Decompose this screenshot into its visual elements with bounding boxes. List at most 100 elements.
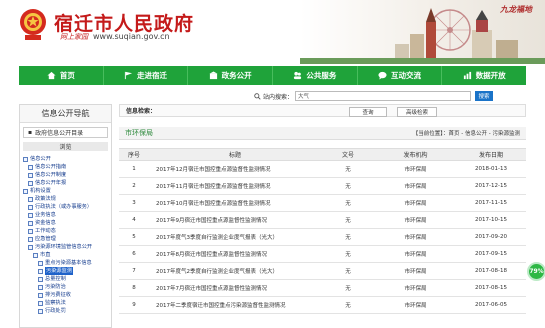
tree-item[interactable]: 业务信息 [23,211,111,219]
tree-item-label: 信息公开指南 [35,164,67,170]
nav-label: 首页 [59,71,75,80]
site-header: 宿迁市人民政府 网上家园 www.suqian.gov.cn 九龙福地 [0,0,545,64]
row-org: 市环保局 [404,184,427,190]
row-index: 3 [132,200,136,206]
tree-item-label: 行政执法（或办事服务） [35,204,93,210]
tree-item[interactable]: 污染防治 [23,283,111,291]
tree-item-label: 行政处罚 [45,308,66,314]
row-index: 7 [132,268,136,274]
tree-item-label: 信息公开 [30,156,51,162]
tree-item[interactable]: 行政执法（或办事服务） [23,203,111,211]
site-search: 站内搜索： 搜索 [240,90,526,102]
tree-item[interactable]: 污染源监测 [23,267,111,275]
nav-item-home[interactable]: 首页 [19,66,104,85]
nav-item-interact[interactable]: 互动交流 [358,66,443,85]
table-row: 9 2017年二季度宿迁市国控重点污染源监督性监测情况 无 市环保局 2017-06-0… [119,297,526,314]
row-title[interactable]: 2017年度气3季度自行监测企业度气报表（光大） [149,233,321,241]
row-title[interactable]: 2017年8月宿迁市国控重点源监督性监测情况 [149,250,321,258]
chat-icon [378,71,387,80]
row-org: 市环保局 [404,201,427,207]
row-title[interactable]: 2017年度气2季度自行监测企业度气报表（光大） [149,267,321,275]
row-index: 5 [132,234,136,240]
table-row: 7 2017年度气2季度自行监测企业度气报表（光大） 无 市环保局 2017-08-18 [119,263,526,280]
tree-item-label: 监察执法 [45,300,66,306]
row-date: 2017-08-18 [475,268,507,274]
nav-item-public[interactable]: 政务公开 [188,66,274,85]
tree-item[interactable]: 总量控制 [23,275,111,283]
tree-item-label: 政策法规 [35,196,56,202]
search-icon [254,92,261,100]
national-emblem-icon [20,9,46,40]
row-index: 2 [132,183,136,189]
search-button[interactable]: 搜索 [475,91,494,101]
tree-item[interactable]: 监察执法 [23,299,111,307]
row-title[interactable]: 2017年7月宿迁市国控重点源监督性监测情况 [149,284,321,292]
catalog-dropdown[interactable]: ▪ 政府信息公开目录 [23,127,108,138]
tree-item-label: 排污费征收 [45,292,71,298]
row-title[interactable]: 2017年9月宿迁市国控重点源监督性监测情况 [149,216,321,224]
advanced-search-button[interactable]: 高级检索 [397,107,437,117]
tree-item[interactable]: 信息公开制度 [23,171,111,179]
document-icon [38,308,43,314]
browse-tab[interactable]: 浏览 [23,142,108,151]
nav-label: 数据开放 [475,71,506,80]
tree-item[interactable]: 信息公开指南 [23,163,111,171]
sidebar: 信息公开导航 ▪ 政府信息公开目录 浏览 信息公开信息公开指南 信息公开制度 信息公… [19,104,112,328]
row-title[interactable]: 2017年11月宿迁市国控重点源监督性监测情况 [149,182,321,190]
table-row: 2 2017年11月宿迁市国控重点源监督性监测情况 无 市环保局 2017-12-15 [119,178,526,195]
breadcrumb: 市环保局 【当前位置】：首页 - 信息公开 - 污染源监测 [119,127,526,140]
nav-item-service[interactable]: 公共服务 [273,66,358,85]
site-url: www.suqian.gov.cn [93,32,170,41]
document-icon [38,260,43,266]
tree-item[interactable]: 污染源环境监管信息公开 [23,243,111,251]
info-filter: 信息检索： [119,104,526,117]
row-docno: 无 [345,303,351,309]
nav-item-data[interactable]: 数据开放 [442,66,526,85]
folder-icon [28,204,33,210]
row-title[interactable]: 2017年10月宿迁市国控重点源监督性监测情况 [149,199,321,207]
tree-item-label: 工作动态 [35,228,56,234]
site-subtitle: 网上家园 [60,33,88,41]
progress-badge[interactable]: 79% [527,262,545,281]
tree-item[interactable]: 工作动态 [23,227,111,235]
search-label: 站内搜索： [263,93,294,101]
nav-label: 政务公开 [221,71,252,80]
tree-item-label: 信息公开制度 [35,172,67,178]
row-date: 2017-11-15 [475,200,507,206]
col-header-org: 发布机构 [403,152,428,159]
tree-item[interactable]: 行政处罚 [23,307,111,315]
tree-item[interactable]: 信息公开年报 [23,179,111,187]
filter-input[interactable] [158,106,309,115]
breadcrumb-path[interactable]: 【当前位置】：首页 - 信息公开 - 污染源监测 [413,129,520,137]
row-org: 市环保局 [404,252,427,258]
tree-item[interactable]: 信息公开 [23,155,111,163]
logo-text: 九龙福地 [500,5,532,14]
tree-item[interactable]: 资金信息 [23,219,111,227]
tree-item[interactable]: 重点污染源基本信息 [23,259,111,267]
bullet-icon: ▪ [28,129,33,136]
row-date: 2017-06-05 [475,302,507,308]
section-title: 市环保局 [125,129,153,137]
row-title[interactable]: 2017年12月宿迁市国控重点源监督性监测情况 [149,165,321,173]
folder-icon [28,236,33,242]
row-date: 2017-08-15 [475,285,507,291]
tree-item[interactable]: 机构设置 [23,187,111,195]
row-org: 市环保局 [404,269,427,275]
query-button[interactable]: 查询 [349,107,387,117]
tree-item[interactable]: 排污费征收 [23,291,111,299]
folder-icon [23,156,28,162]
filter-label: 信息检索： [126,108,157,115]
folder-icon [28,196,33,202]
tree-item[interactable]: 应急管理 [23,235,111,243]
tree-item-label: 机构设置 [30,188,51,194]
sidebar-title: 信息公开导航 [20,105,111,123]
tree-item-label: 污染防治 [45,284,66,290]
document-icon [38,300,43,306]
row-index: 4 [132,217,136,223]
tree-item-label: 业务信息 [35,212,56,218]
nav-item-about[interactable]: 走进宿迁 [104,66,189,85]
tree-item[interactable]: 市直 [23,251,111,259]
row-title[interactable]: 2017年二季度宿迁市国控重点污染源监督性监测情况 [149,301,321,309]
tree-item[interactable]: 政策法规 [23,195,111,203]
search-input[interactable] [295,91,472,101]
